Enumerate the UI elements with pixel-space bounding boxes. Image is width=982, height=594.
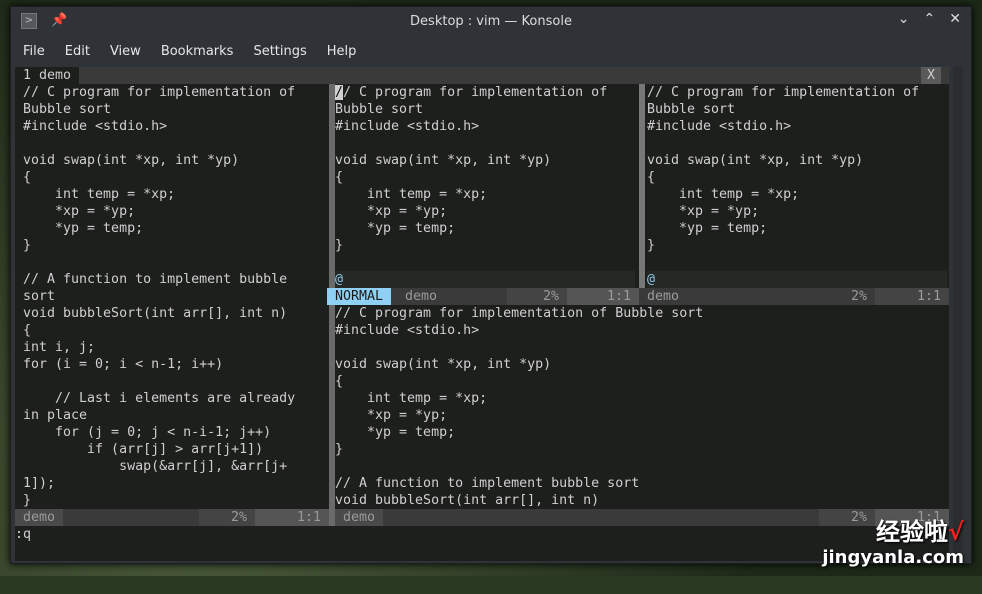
menu-settings[interactable]: Settings xyxy=(243,44,316,59)
code-line: { xyxy=(335,373,947,390)
menu-file[interactable]: File xyxy=(13,44,55,59)
status-percent: 2% xyxy=(819,288,875,305)
right-split[interactable]: // C program for implementation of Bubble… xyxy=(647,84,947,288)
code-line: { xyxy=(335,170,344,185)
code-line: } xyxy=(335,442,344,457)
status-position: 1:1 xyxy=(255,509,329,526)
menu-bar: File Edit View Bookmarks Settings Help xyxy=(11,37,971,65)
status-percent: 2% xyxy=(199,509,255,526)
code-line: void swap(int *xp, int *yp) xyxy=(647,153,864,168)
code-line: #include <stdio.h> xyxy=(335,119,480,134)
title-bar: > 📌 Desktop : vim — Konsole ⌄ ⌃ ✕ xyxy=(11,7,971,37)
menu-edit[interactable]: Edit xyxy=(55,44,100,59)
code-line: Bubble sort xyxy=(335,102,424,117)
code-line: Bubble sort xyxy=(23,102,112,117)
vim-tab[interactable]: 1 demo xyxy=(15,67,80,84)
code-line: // Last i elements are already xyxy=(23,391,296,406)
code-line: { xyxy=(647,170,656,185)
code-line: int temp = *xp; xyxy=(335,391,488,406)
code-line: } xyxy=(23,238,32,253)
code-line: #include <stdio.h> xyxy=(647,119,792,134)
status-filename: demo xyxy=(15,509,64,526)
status-line-right: demo 2% 1:1 xyxy=(639,288,949,305)
middle-split[interactable]: // C program for implementation of Bubble… xyxy=(335,84,635,288)
code-line: } xyxy=(23,493,32,508)
mode-indicator: NORMAL xyxy=(327,288,392,305)
code-line: @ xyxy=(647,271,947,288)
watermark: 经验啦√ jingyanla.com xyxy=(822,518,964,568)
status-line-left: demo 2% 1:1 xyxy=(15,509,329,526)
code-line: *yp = temp; xyxy=(335,425,456,440)
code-line: } xyxy=(647,238,656,253)
code-line: *yp = temp; xyxy=(647,221,768,236)
code-line: int temp = *xp; xyxy=(23,187,176,202)
terminal-area[interactable]: 1 demo X // C program for implementation… xyxy=(15,67,949,561)
menu-view[interactable]: View xyxy=(100,44,151,59)
code-line: *xp = *yp; xyxy=(335,204,448,219)
code-line: int i, j; xyxy=(23,340,96,355)
code-line: void bubbleSort(int arr[], int n) xyxy=(23,306,288,321)
code-line: Bubble sort xyxy=(647,102,736,117)
minimize-icon[interactable]: ⌄ xyxy=(898,11,910,27)
code-line: for (i = 0; i < n-1; i++) xyxy=(23,357,224,372)
status-percent: 2% xyxy=(507,288,567,305)
menu-help[interactable]: Help xyxy=(317,44,367,59)
code-line: // A function to implement bubble sort xyxy=(335,476,640,491)
code-line: { xyxy=(23,323,32,338)
vim-tab-close[interactable]: X xyxy=(920,67,941,84)
code-line: } xyxy=(335,238,344,253)
status-line-active: NORMAL demo 2% 1:1 xyxy=(327,288,639,305)
vim-tabline: 1 demo X xyxy=(15,67,949,84)
code-line: // C program for implementation of xyxy=(23,85,296,100)
code-line: int temp = *xp; xyxy=(647,187,800,202)
code-line: void swap(int *xp, int *yp) xyxy=(23,153,240,168)
code-line: if (arr[j] > arr[j+1]) xyxy=(23,442,264,457)
code-line: void bubbleSort(int arr[], int n) xyxy=(335,493,600,508)
code-line: for (j = 0; j < n-i-1; j++) xyxy=(23,425,272,440)
window-title: Desktop : vim — Konsole xyxy=(410,14,572,29)
code-line: swap(&arr[j], &arr[j+ xyxy=(23,459,288,474)
code-line: *xp = *yp; xyxy=(335,408,448,423)
code-line: // A function to implement bubble xyxy=(23,272,288,287)
code-line: void swap(int *xp, int *yp) xyxy=(335,153,552,168)
text-cursor: / xyxy=(335,85,344,100)
code-line: @ xyxy=(335,271,635,288)
command-line[interactable]: :q xyxy=(15,526,31,543)
menu-bookmarks[interactable]: Bookmarks xyxy=(151,44,244,59)
status-position: 1:1 xyxy=(875,288,949,305)
code-line: // C program for implementation of xyxy=(647,85,920,100)
code-line: #include <stdio.h> xyxy=(23,119,168,134)
code-line: sort xyxy=(23,289,56,304)
code-line: { xyxy=(23,170,32,185)
code-line: int temp = *xp; xyxy=(335,187,488,202)
code-line: *yp = temp; xyxy=(335,221,456,236)
left-split[interactable]: // C program for implementation of Bubble… xyxy=(23,84,325,509)
code-line: in place xyxy=(23,408,88,423)
code-line: // C program for implementation of xyxy=(335,85,608,100)
status-filename: demo xyxy=(639,288,688,305)
maximize-icon[interactable]: ⌃ xyxy=(924,11,936,27)
close-icon[interactable]: ✕ xyxy=(949,11,961,27)
status-filename: demo xyxy=(405,289,438,304)
vertical-separator[interactable] xyxy=(639,84,645,305)
code-line: *yp = temp; xyxy=(23,221,144,236)
code-line: *xp = *yp; xyxy=(23,204,136,219)
status-filename: demo xyxy=(335,509,384,526)
konsole-window: > 📌 Desktop : vim — Konsole ⌄ ⌃ ✕ File Edit… xyxy=(10,6,972,564)
code-line: *xp = *yp; xyxy=(647,204,760,219)
code-line: 1]); xyxy=(23,476,56,491)
scrollbar[interactable] xyxy=(953,67,963,561)
status-position: 1:1 xyxy=(567,288,639,305)
